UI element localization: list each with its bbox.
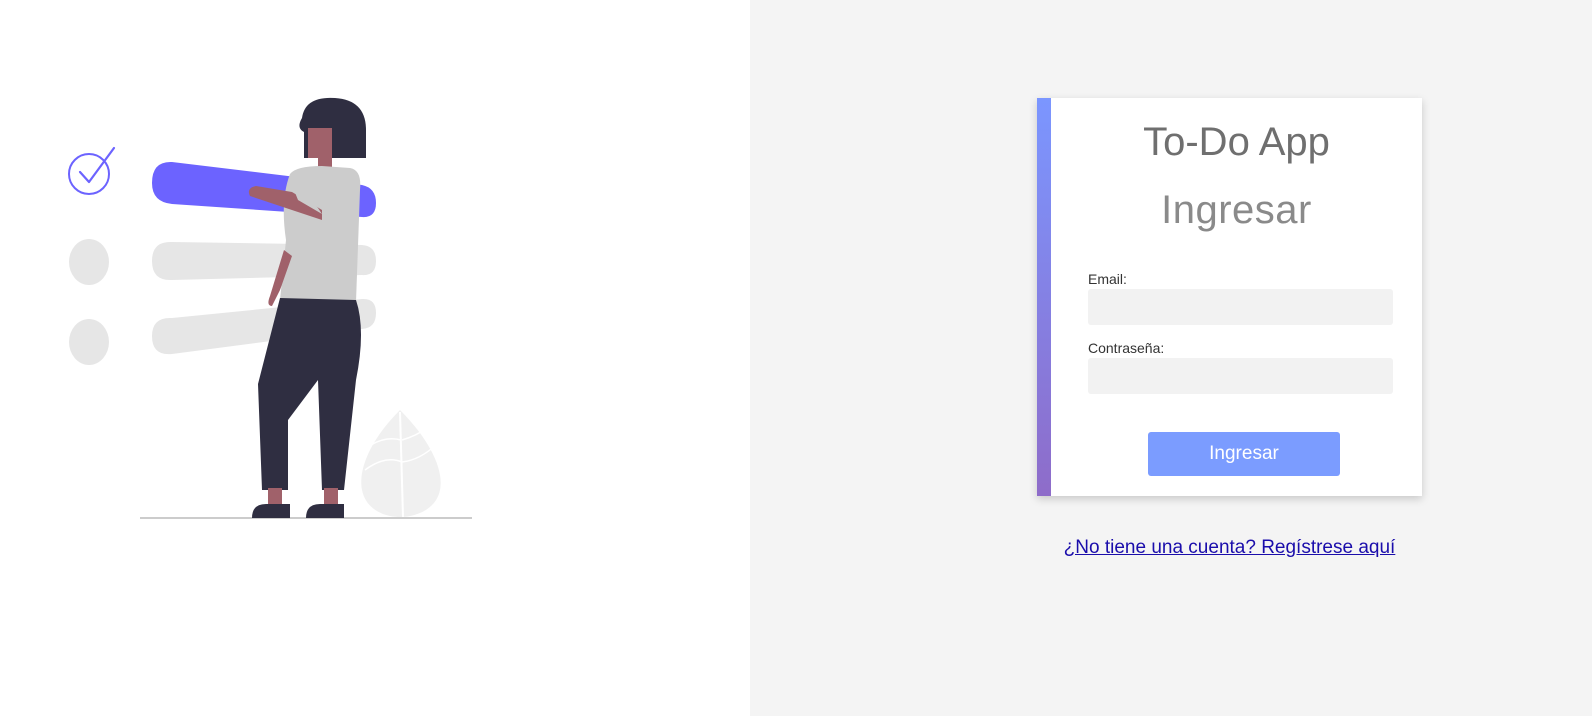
login-page: To-Do App Ingresar Email: Contraseña: In… (0, 0, 1592, 716)
register-link[interactable]: ¿No tiene una cuenta? Regístrese aquí (1037, 537, 1422, 559)
email-label: Email: (1088, 271, 1127, 287)
card-accent-bar (1037, 98, 1051, 496)
login-button[interactable]: Ingresar (1148, 432, 1340, 476)
password-label: Contraseña: (1088, 340, 1165, 356)
unchecked-bullet-icon (69, 239, 109, 285)
woman-figure (248, 97, 366, 518)
check-circle-icon (68, 146, 116, 195)
leaf-plant-icon (361, 410, 441, 518)
app-title: To-Do App (1143, 120, 1330, 164)
login-form: To-Do App Ingresar Email: Contraseña: In… (1051, 98, 1422, 496)
illustration-panel (0, 0, 750, 716)
login-card: To-Do App Ingresar Email: Contraseña: In… (1037, 98, 1422, 496)
login-heading: Ingresar (1161, 188, 1312, 232)
login-panel: To-Do App Ingresar Email: Contraseña: In… (750, 0, 1592, 716)
todo-illustration (68, 97, 472, 519)
password-field[interactable] (1088, 358, 1393, 394)
email-field[interactable] (1088, 289, 1393, 325)
unchecked-bullet-icon (69, 319, 109, 365)
